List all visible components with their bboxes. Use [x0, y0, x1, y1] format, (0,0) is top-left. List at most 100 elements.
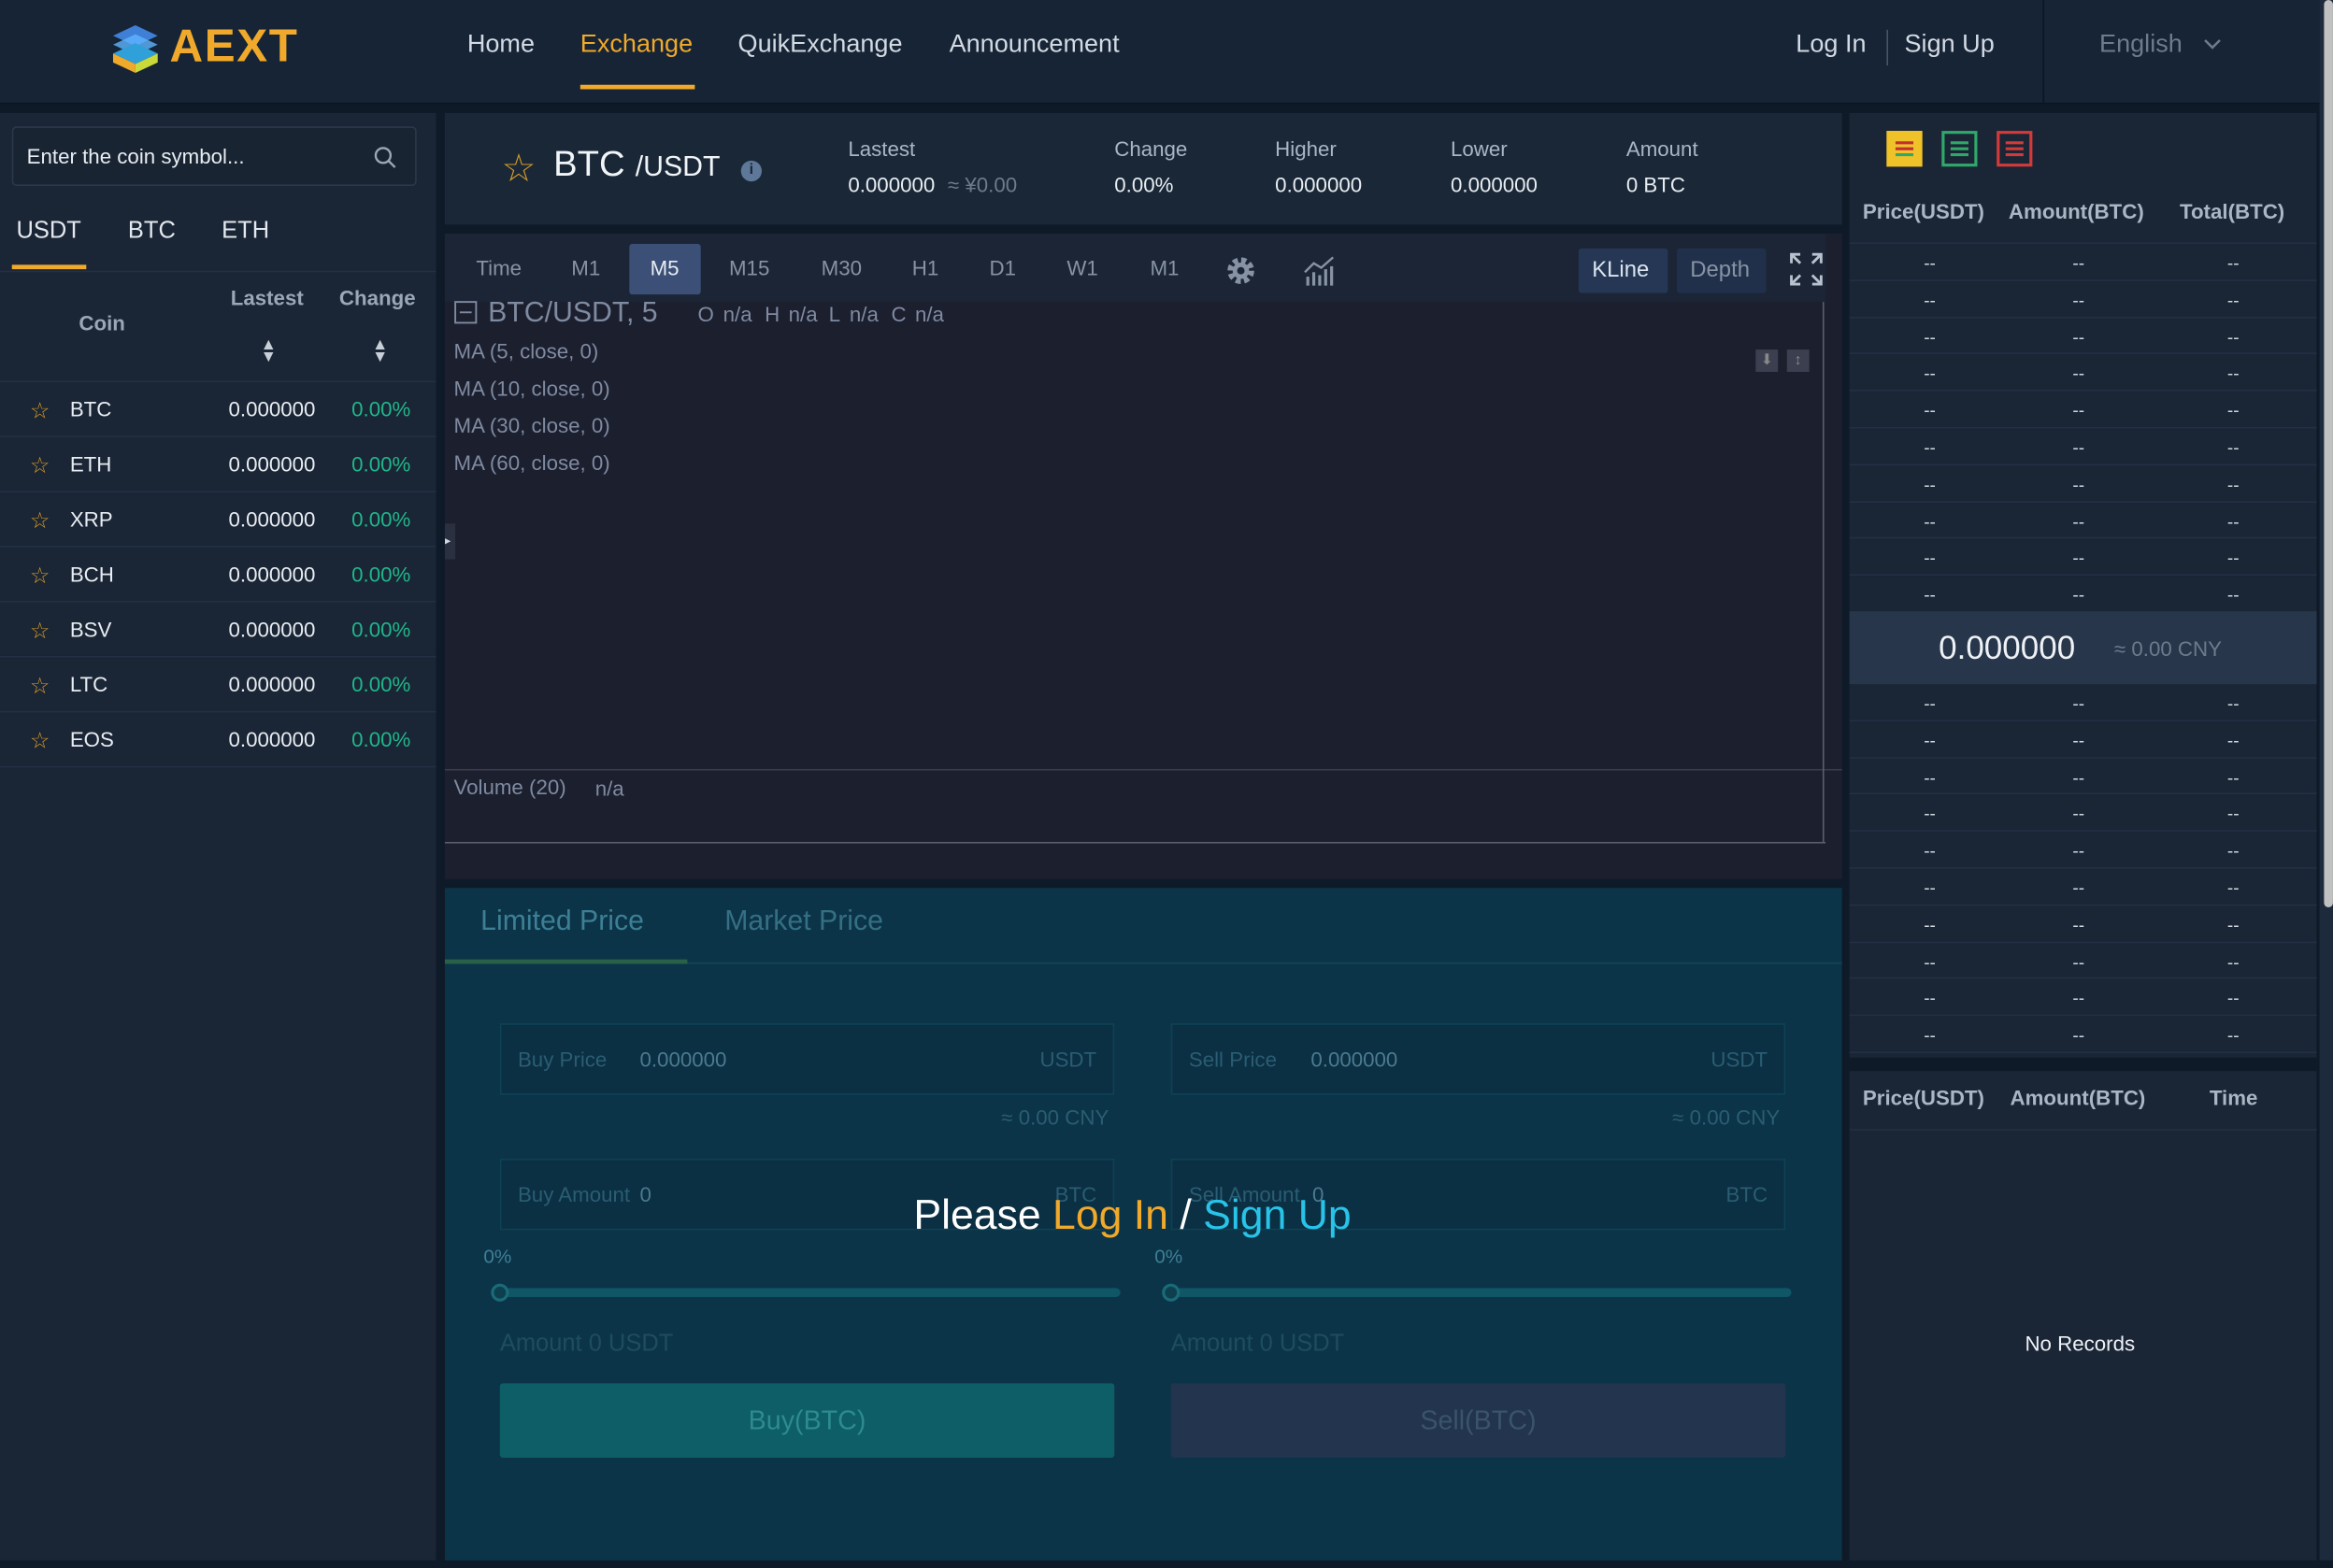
- book-row[interactable]: -- -- --: [1849, 684, 2317, 721]
- row-change: 0.00%: [351, 617, 411, 642]
- nav-home[interactable]: Home: [467, 30, 535, 60]
- scale-icon[interactable]: ↕: [1786, 349, 1810, 372]
- gear-icon[interactable]: [1223, 253, 1258, 289]
- ohlc-value: n/a: [788, 302, 818, 326]
- search-input[interactable]: Enter the coin symbol...: [27, 144, 245, 167]
- nav-announcement[interactable]: Announcement: [950, 30, 1120, 60]
- timeframe-w1[interactable]: W1: [1066, 256, 1097, 279]
- field-value[interactable]: 0.000000: [1310, 1048, 1397, 1071]
- nav-quikexchange[interactable]: QuikExchange: [738, 30, 903, 60]
- buy-slider-track[interactable]: [499, 1288, 1121, 1298]
- sell-slider-handle[interactable]: [1162, 1283, 1181, 1302]
- star-icon[interactable]: ☆: [30, 672, 50, 699]
- sort-icon[interactable]: ▲ ▼: [372, 337, 388, 365]
- book-row[interactable]: -- -- --: [1849, 721, 2317, 759]
- col-latest[interactable]: Lastest: [231, 286, 304, 309]
- view-all-icon[interactable]: [1886, 131, 1923, 167]
- market-tab-usdt[interactable]: USDT: [17, 219, 81, 246]
- sidebar-toggle-icon[interactable]: ▸: [444, 523, 456, 560]
- favorite-star-icon[interactable]: ☆: [501, 146, 536, 192]
- view-sell-icon[interactable]: [1997, 131, 2033, 167]
- market-tab-eth[interactable]: ETH: [222, 219, 269, 246]
- book-row[interactable]: -- -- --: [1849, 539, 2317, 577]
- star-icon[interactable]: ☆: [30, 397, 50, 424]
- fullscreen-icon[interactable]: [1788, 251, 1824, 287]
- sell-price-field[interactable]: Sell Price 0.000000 USDT: [1170, 1023, 1786, 1095]
- book-row[interactable]: -- -- --: [1849, 832, 2317, 869]
- market-row[interactable]: ☆ BTC 0.000000 0.00%: [0, 382, 437, 437]
- timeframe-m1[interactable]: M1: [571, 256, 600, 279]
- star-icon[interactable]: ☆: [30, 618, 50, 644]
- timeframe-mn1[interactable]: M1: [1150, 256, 1179, 279]
- kline-chart[interactable]: [444, 233, 1842, 879]
- signup-link[interactable]: Sign Up: [1905, 30, 1995, 60]
- language-select[interactable]: English: [2099, 30, 2221, 60]
- book-cell: --: [2072, 804, 2085, 825]
- kline-button[interactable]: KLine: [1578, 248, 1668, 293]
- book-row[interactable]: -- -- --: [1849, 979, 2317, 1017]
- book-row[interactable]: -- -- --: [1849, 428, 2317, 465]
- market-row[interactable]: ☆ ETH 0.000000 0.00%: [0, 437, 437, 492]
- timeframe-m30[interactable]: M30: [822, 256, 862, 279]
- book-row[interactable]: -- -- --: [1849, 281, 2317, 318]
- download-icon[interactable]: ⬇: [1755, 349, 1779, 372]
- timeframe-time[interactable]: Time: [476, 256, 522, 279]
- buy-button[interactable]: Buy(BTC): [499, 1383, 1115, 1458]
- depth-button[interactable]: Depth: [1676, 248, 1767, 293]
- timeframe-d1[interactable]: D1: [990, 256, 1017, 279]
- tab-market-price[interactable]: Market Price: [724, 905, 883, 938]
- login-link[interactable]: Log In: [1796, 30, 1866, 60]
- star-icon[interactable]: ☆: [30, 452, 50, 478]
- timeframe-h1[interactable]: H1: [912, 256, 939, 279]
- book-row[interactable]: -- -- --: [1849, 244, 2317, 281]
- brand-logo[interactable]: AEXT: [107, 15, 299, 78]
- coin-search[interactable]: Enter the coin symbol...: [11, 126, 417, 186]
- book-row[interactable]: -- -- --: [1849, 905, 2317, 943]
- book-row[interactable]: -- -- --: [1849, 758, 2317, 795]
- timeframe-m15[interactable]: M15: [729, 256, 769, 279]
- market-tab-btc[interactable]: BTC: [128, 219, 176, 246]
- field-value[interactable]: 0.000000: [639, 1048, 726, 1071]
- book-row[interactable]: -- -- --: [1849, 1016, 2317, 1053]
- star-icon[interactable]: ☆: [30, 727, 50, 754]
- field-value[interactable]: 0: [639, 1182, 651, 1205]
- collapse-icon[interactable]: [453, 301, 478, 324]
- prompt-login-link[interactable]: Log In: [1052, 1191, 1168, 1237]
- sell-slider-track[interactable]: [1170, 1288, 1792, 1298]
- indicator-icon[interactable]: [1302, 254, 1338, 287]
- book-row[interactable]: -- -- --: [1849, 795, 2317, 833]
- market-row[interactable]: ☆ BCH 0.000000 0.00%: [0, 548, 437, 603]
- market-row[interactable]: ☆ BSV 0.000000 0.00%: [0, 603, 437, 658]
- star-icon[interactable]: ☆: [30, 563, 50, 589]
- col-change[interactable]: Change: [339, 286, 416, 309]
- market-row[interactable]: ☆ LTC 0.000000 0.00%: [0, 658, 437, 713]
- nav-exchange[interactable]: Exchange: [580, 30, 693, 60]
- book-row[interactable]: -- -- --: [1849, 318, 2317, 355]
- book-row[interactable]: -- -- --: [1849, 354, 2317, 392]
- book-row[interactable]: -- -- --: [1849, 392, 2317, 429]
- row-symbol: LTC: [69, 672, 108, 696]
- star-icon[interactable]: ☆: [30, 507, 50, 534]
- market-row[interactable]: ☆ EOS 0.000000 0.00%: [0, 712, 437, 768]
- sell-button[interactable]: Sell(BTC): [1170, 1383, 1786, 1458]
- book-row[interactable]: -- -- --: [1849, 869, 2317, 906]
- book-row[interactable]: -- -- --: [1849, 465, 2317, 503]
- book-row[interactable]: -- -- --: [1849, 943, 2317, 980]
- info-icon[interactable]: i: [740, 160, 763, 182]
- scrollbar-thumb[interactable]: [2324, 0, 2333, 907]
- book-row[interactable]: -- -- --: [1849, 502, 2317, 539]
- row-price: 0.000000: [228, 506, 316, 532]
- buy-slider-handle[interactable]: [491, 1283, 509, 1302]
- buy-price-field[interactable]: Buy Price 0.000000 USDT: [499, 1023, 1115, 1095]
- book-cell: --: [2226, 877, 2240, 899]
- tab-limited-price[interactable]: Limited Price: [480, 905, 644, 938]
- view-buy-icon[interactable]: [1941, 131, 1978, 167]
- market-row[interactable]: ☆ XRP 0.000000 0.00%: [0, 492, 437, 548]
- search-icon[interactable]: [374, 146, 397, 169]
- sort-icon[interactable]: ▲ ▼: [261, 337, 277, 365]
- book-cell: --: [2072, 474, 2085, 495]
- timeframe-m5[interactable]: M5: [651, 256, 680, 279]
- prompt-signup-link[interactable]: Sign Up: [1203, 1191, 1352, 1237]
- ma-indicator: MA (10, close, 0): [453, 376, 610, 401]
- book-row[interactable]: -- -- --: [1849, 576, 2317, 613]
